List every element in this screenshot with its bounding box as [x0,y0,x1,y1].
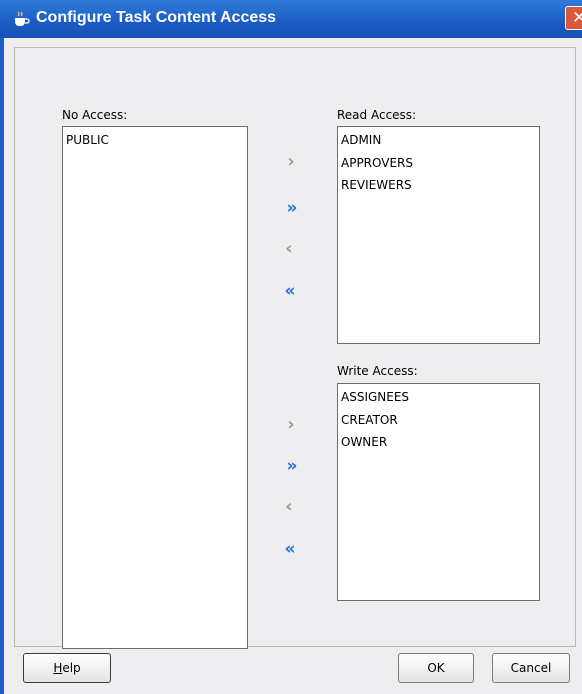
app-cup-icon [15,11,30,26]
move-right-to-write-button[interactable]: › [279,414,303,436]
list-item[interactable]: ADMIN [341,129,536,152]
read-access-label: Read Access: [337,108,417,122]
title-bar[interactable]: Configure Task Content Access ✕ [0,0,582,38]
no-access-label: No Access: [62,108,128,122]
close-button[interactable]: ✕ [565,6,582,30]
move-all-left-from-write-button[interactable]: « [275,538,299,560]
list-item[interactable]: APPROVERS [341,152,536,175]
move-right-to-read-button[interactable]: › [279,151,303,173]
write-access-list[interactable]: ASSIGNEES CREATOR OWNER [337,383,540,601]
move-left-from-write-button[interactable]: ‹ [277,496,301,518]
help-label-rest: elp [62,661,81,675]
move-left-from-read-button[interactable]: ‹ [277,238,301,260]
access-panel: No Access: PUBLIC Read Access: ADMIN APP… [14,47,576,649]
window-frame-left [0,38,4,694]
list-item[interactable]: CREATOR [341,409,536,432]
ok-button[interactable]: OK [398,653,474,683]
window-title: Configure Task Content Access [36,9,277,26]
move-all-right-to-read-button[interactable]: » [277,197,301,219]
help-button[interactable]: Help [23,653,111,683]
help-mnemonic: H [53,661,63,675]
list-item[interactable]: OWNER [341,431,536,454]
list-item[interactable]: PUBLIC [66,129,244,152]
list-item[interactable]: ASSIGNEES [341,386,536,409]
configure-task-content-access-dialog: Configure Task Content Access ✕ No Acces… [0,0,582,694]
move-all-left-from-read-button[interactable]: « [275,280,299,302]
write-access-label: Write Access: [337,364,418,378]
read-access-list[interactable]: ADMIN APPROVERS REVIEWERS [337,126,540,344]
list-item[interactable]: REVIEWERS [341,174,536,197]
close-icon: ✕ [572,8,582,28]
no-access-list[interactable]: PUBLIC [62,126,248,649]
cancel-button[interactable]: Cancel [492,653,570,683]
move-all-right-to-write-button[interactable]: » [277,455,301,477]
